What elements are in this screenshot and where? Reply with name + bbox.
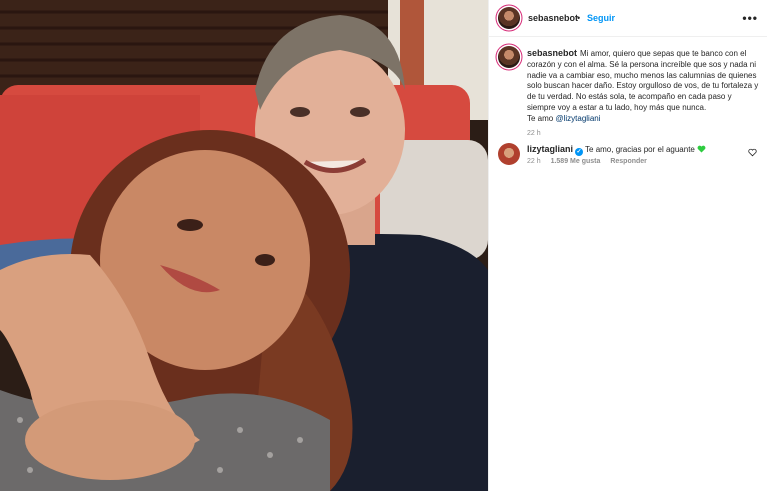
comment-timestamp[interactable]: 22 h: [527, 158, 541, 165]
follow-button[interactable]: Seguir: [587, 13, 615, 23]
post-side-panel: sebasnebot • Seguir ••• sebasnebot Mi amo…: [488, 0, 767, 491]
caption-author-username[interactable]: sebasnebot: [527, 48, 577, 58]
post-header: sebasnebot • Seguir •••: [489, 0, 767, 37]
post-caption: sebasnebot Mi amor, quiero que sepas que …: [527, 48, 759, 139]
caption-author-avatar[interactable]: [498, 46, 520, 68]
comment-body: lizytagliani ✓ Te amo, gracias por el agua…: [527, 144, 706, 156]
caption-mention-link[interactable]: @lizytagliani: [555, 114, 600, 123]
separator-dot: •: [577, 13, 581, 23]
commenter-username[interactable]: lizytagliani: [527, 144, 573, 154]
green-heart-icon: [697, 145, 706, 153]
reply-button[interactable]: Responder: [610, 158, 647, 165]
comment-meta: 22 h 1.589 Me gusta Responder: [527, 158, 655, 165]
comment-row: lizytagliani ✓ Te amo, gracias por el agua…: [497, 143, 763, 173]
caption-text: Mi amor, quiero que sepas que te banco c…: [527, 49, 759, 112]
more-options-icon[interactable]: •••: [742, 11, 758, 25]
post-photo[interactable]: [0, 0, 488, 491]
comment-text: Te amo, gracias por el aguante: [585, 145, 695, 154]
commenter-avatar[interactable]: [498, 143, 520, 165]
author-username[interactable]: sebasnebot: [528, 13, 578, 23]
caption-sign: Te amo: [527, 113, 554, 123]
author-avatar[interactable]: [498, 7, 520, 29]
heart-outline-icon[interactable]: [748, 148, 757, 157]
selfie-image: [0, 0, 488, 491]
verified-badge-icon: ✓: [575, 148, 584, 156]
caption-timestamp[interactable]: 22 h: [527, 129, 759, 140]
comment-likes-count[interactable]: 1.589 Me gusta: [551, 158, 601, 165]
